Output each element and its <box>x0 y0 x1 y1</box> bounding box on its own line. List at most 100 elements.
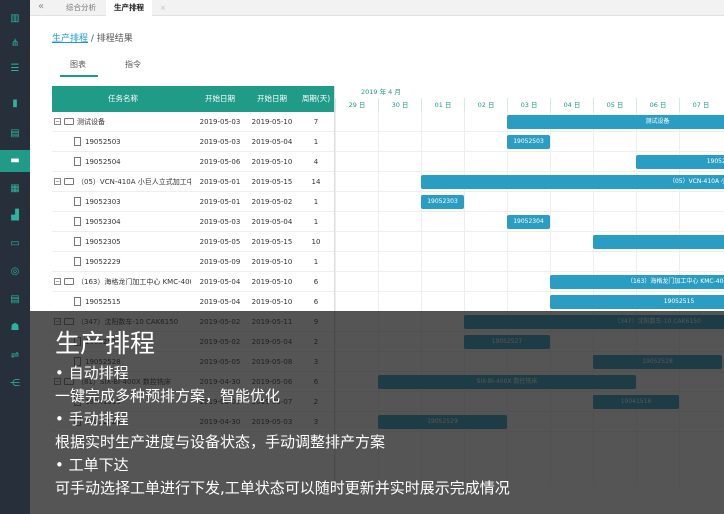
duration-cell: 6 <box>313 298 319 306</box>
equipment-group-row[interactable]: − （163）海格龙门加工中心 KMC-4000 2019-05-04 2019-05… <box>52 272 334 292</box>
file-icon <box>74 257 81 266</box>
row-gridline <box>335 211 724 212</box>
close-tab-icon[interactable]: × <box>160 0 166 16</box>
duration-cell: 1 <box>313 218 319 226</box>
users-icon: ☗ <box>10 322 20 333</box>
subtab-instructions[interactable]: 指令 <box>125 60 141 70</box>
day-header: 03 日 <box>507 98 550 112</box>
sidebar-item-list[interactable]: ☰ <box>0 58 30 80</box>
end-date-cell: 2019-05-15 <box>251 178 293 186</box>
end-date-cell: 2019-05-10 <box>251 158 293 166</box>
day-header: 07 日 <box>679 98 722 112</box>
end-date-cell: 2019-05-04 <box>251 218 293 226</box>
task-row[interactable]: 19052305 2019-05-05 2019-05-15 10 <box>52 232 334 252</box>
equipment-group-row[interactable]: − 测试设备 2019-05-03 2019-05-10 7 <box>52 112 334 132</box>
row-gridline <box>335 271 724 272</box>
tab-overview-analysis[interactable]: 综合分析 <box>58 0 104 16</box>
end-date-cell: 2019-05-10 <box>251 118 293 126</box>
breadcrumb-link[interactable]: 生产排程 <box>52 34 88 44</box>
task-row[interactable]: 19052515 2019-05-04 2019-05-10 6 <box>52 292 334 312</box>
task-name-cell: 19052304 <box>85 218 121 226</box>
collapse-toggle-icon[interactable]: − <box>54 178 61 185</box>
sidebar-item-report[interactable]: ▤ <box>0 123 30 145</box>
task-name-cell: 19052229 <box>85 258 121 266</box>
day-header: 06 日 <box>636 98 679 112</box>
gantt-bar[interactable]: 19052503 <box>507 135 550 149</box>
folder-icon <box>64 278 74 285</box>
breadcrumb-separator: / <box>88 34 97 44</box>
collapse-toggle-icon[interactable]: − <box>54 278 61 285</box>
gantt-bar[interactable]: （163）海格龙门加工中心 KMC-4000 <box>550 275 724 289</box>
start-date-cell: 2019-05-05 <box>199 238 241 246</box>
start-date-cell: 2019-05-04 <box>199 298 241 306</box>
gantt-bar[interactable]: 19052504 <box>636 155 724 169</box>
task-name-cell: 19052515 <box>85 298 121 306</box>
transfer-icon: ⇌ <box>10 350 20 361</box>
task-name-cell: 测试设备 <box>77 118 105 126</box>
list-icon: ☰ <box>10 63 20 74</box>
file-icon <box>74 137 81 146</box>
duration-cell: 1 <box>313 138 319 146</box>
equipment-group-row[interactable]: − （05）VCN-410A 小巨人立式加工中心 2019-05-01 2019-05… <box>52 172 334 192</box>
start-date-cell: 2019-05-03 <box>199 218 241 226</box>
feature-work-order: • 工单下达 <box>55 456 129 474</box>
row-gridline <box>335 151 724 152</box>
subtab-chart[interactable]: 图表 <box>70 60 86 70</box>
task-name-cell: 19052503 <box>85 138 121 146</box>
header-task-name: 任务名称 <box>108 94 138 103</box>
folder-icon <box>64 118 74 125</box>
day-header: 05 日 <box>593 98 636 112</box>
duration-cell: 6 <box>313 278 319 286</box>
task-row[interactable]: 19052303 2019-05-01 2019-05-02 1 <box>52 192 334 212</box>
day-header: 30 日 <box>378 98 421 112</box>
gantt-bar[interactable]: 19052304 <box>507 215 550 229</box>
gantt-bar[interactable]: 19052303 <box>421 195 464 209</box>
gantt-bar[interactable]: 测试设备 <box>507 115 724 129</box>
duration-cell: 10 <box>311 238 321 246</box>
feature-work-order-desc: 可手动选择工单进行下发,工单状态可以随时更新并实时展示完成情况 <box>55 479 510 497</box>
active-subtab-underline <box>60 75 98 77</box>
task-row[interactable]: 19052503 2019-05-03 2019-05-04 1 <box>52 132 334 152</box>
breadcrumb: 生产排程 / 排程结果 <box>52 33 133 45</box>
row-gridline <box>335 291 724 292</box>
task-row[interactable]: 19052229 2019-05-09 2019-05-10 1 <box>52 252 334 272</box>
file-icon <box>74 237 81 246</box>
row-gridline <box>335 251 724 252</box>
sidebar-item-schedule[interactable]: ▬ <box>0 150 30 172</box>
network-icon: ⋔ <box>10 38 20 49</box>
start-date-cell: 2019-05-06 <box>199 158 241 166</box>
collapse-sidebar-icon[interactable]: « <box>38 1 44 13</box>
end-date-cell: 2019-05-10 <box>251 278 293 286</box>
file-icon <box>74 217 81 226</box>
sidebar-item-document[interactable]: ▮ <box>0 93 30 115</box>
sidebar-item-network[interactable]: ⋔ <box>0 33 30 55</box>
duration-cell: 14 <box>311 178 321 186</box>
sidebar-item-table[interactable]: ▤ <box>0 289 30 311</box>
monitor-icon: ▭ <box>10 238 20 249</box>
share-icon: ⋲ <box>10 378 20 389</box>
sidebar-item-signal[interactable]: ▟ <box>0 205 30 227</box>
task-row[interactable]: 19052504 2019-05-06 2019-05-10 4 <box>52 152 334 172</box>
gantt-bar[interactable]: 19052515 <box>550 295 724 309</box>
tab-production-scheduling[interactable]: 生产排程 <box>106 0 152 16</box>
sidebar-item-bar-chart[interactable]: ▥ <box>0 8 30 30</box>
sidebar-item-search[interactable]: ◎ <box>0 261 30 283</box>
sidebar-item-users[interactable]: ☗ <box>0 317 30 339</box>
feature-overlay: 生产排程 • 自动排程 一键完成多种预排方案，智能优化 • 手动排程 根据实时生… <box>30 311 724 514</box>
sidebar-item-transfer[interactable]: ⇌ <box>0 345 30 367</box>
sidebar-item-grid[interactable]: ▦ <box>0 178 30 200</box>
folder-icon <box>64 178 74 185</box>
gantt-bar[interactable] <box>593 235 724 249</box>
end-date-cell: 2019-05-10 <box>251 258 293 266</box>
task-row[interactable]: 19052304 2019-05-03 2019-05-04 1 <box>52 212 334 232</box>
collapse-toggle-icon[interactable]: − <box>54 118 61 125</box>
end-date-cell: 2019-05-15 <box>251 238 293 246</box>
row-gridline <box>335 191 724 192</box>
start-date-cell: 2019-05-03 <box>199 118 241 126</box>
sidebar: ▥ ⋔ ☰ ▮ ▤ ▬ ▦ ▟ ▭ ◎ ▤ ☗ ⇌ ⋲ <box>0 0 30 514</box>
sidebar-item-monitor[interactable]: ▭ <box>0 233 30 255</box>
header-start-date: 开始日期 <box>205 94 235 103</box>
sidebar-item-share[interactable]: ⋲ <box>0 373 30 395</box>
gantt-month-label: 2019 年 4 月 <box>361 88 401 96</box>
gantt-bar[interactable]: （05）VCN-410A 小巨人立式加工中心 <box>421 175 724 189</box>
